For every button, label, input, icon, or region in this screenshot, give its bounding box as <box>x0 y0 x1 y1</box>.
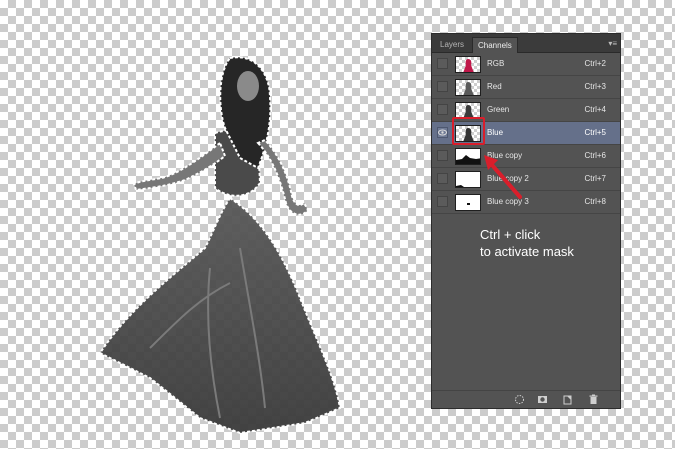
eye-icon <box>438 129 447 136</box>
new-channel-icon[interactable] <box>562 394 573 405</box>
visibility-toggle[interactable] <box>437 150 448 161</box>
channel-row-blue-copy-3[interactable]: Blue copy 3 Ctrl+8 <box>432 191 620 214</box>
visibility-toggle[interactable] <box>437 196 448 207</box>
alpha-channel-thumbnail <box>455 194 481 211</box>
channel-shortcut: Ctrl+3 <box>584 82 606 91</box>
channel-name: Blue copy 3 <box>487 197 529 206</box>
instruction-annotation: Ctrl + click to activate mask <box>480 226 574 260</box>
channel-name: Green <box>487 105 510 114</box>
panel-footer <box>432 390 620 408</box>
channel-name: Red <box>487 82 502 91</box>
annotation-line-2: to activate mask <box>480 244 574 259</box>
visibility-toggle[interactable] <box>437 58 448 69</box>
annotation-line-1: Ctrl + click <box>480 227 541 242</box>
visibility-toggle[interactable] <box>437 173 448 184</box>
channel-shortcut: Ctrl+6 <box>584 151 606 160</box>
channel-row-red[interactable]: Red Ctrl+3 <box>432 76 620 99</box>
visibility-toggle[interactable] <box>437 127 448 138</box>
rgb-thumbnail <box>455 56 481 73</box>
channel-row-rgb[interactable]: RGB Ctrl+2 <box>432 53 620 76</box>
save-selection-icon[interactable] <box>537 394 548 405</box>
channel-shortcut: Ctrl+7 <box>584 174 606 183</box>
channels-panel: Layers Channels ▾≡ RGB Ctrl+2 Red Ctrl+3 <box>431 33 621 409</box>
red-channel-thumbnail <box>455 79 481 96</box>
delete-channel-icon[interactable] <box>588 394 599 405</box>
channel-row-blue-copy-2[interactable]: Blue copy 2 Ctrl+7 <box>432 168 620 191</box>
panel-tab-bar: Layers Channels ▾≡ <box>432 34 620 53</box>
alpha-channel-thumbnail <box>455 148 481 165</box>
channel-name: Blue <box>487 128 504 137</box>
channel-name: Blue copy 2 <box>487 174 529 183</box>
tab-layers[interactable]: Layers <box>435 37 469 53</box>
channel-row-blue-copy[interactable]: Blue copy Ctrl+6 <box>432 145 620 168</box>
channel-shortcut: Ctrl+2 <box>584 59 606 68</box>
panel-menu-icon[interactable]: ▾≡ <box>608 39 617 48</box>
visibility-toggle[interactable] <box>437 104 448 115</box>
channel-shortcut: Ctrl+4 <box>584 105 606 114</box>
tab-channels[interactable]: Channels <box>472 37 518 53</box>
visibility-toggle[interactable] <box>437 81 448 92</box>
channel-shortcut: Ctrl+8 <box>584 197 606 206</box>
woman-in-gown-image <box>98 56 342 435</box>
load-selection-icon[interactable] <box>514 394 525 405</box>
channel-shortcut: Ctrl+5 <box>584 128 606 137</box>
alpha-channel-thumbnail <box>455 171 481 188</box>
channel-name: Blue copy <box>487 151 523 160</box>
thumbnail-highlight-box <box>452 117 485 145</box>
channel-name: RGB <box>487 59 505 68</box>
